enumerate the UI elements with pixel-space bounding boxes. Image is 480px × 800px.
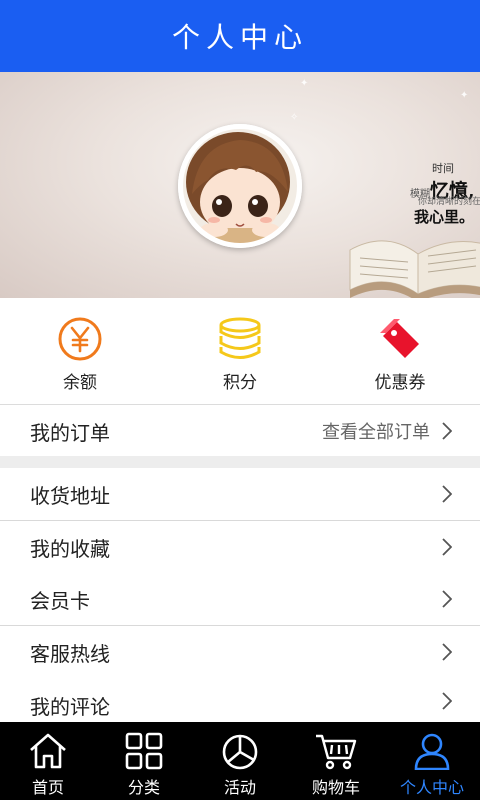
coupon-tag-icon — [380, 319, 419, 358]
tab-cart[interactable]: 购物车 — [288, 722, 384, 800]
menu-item-reviews[interactable]: 我的评论 — [0, 678, 480, 722]
tab-category[interactable]: 分类 — [96, 722, 192, 800]
chevron-right-icon — [442, 538, 452, 556]
balance-button[interactable]: 余额 — [0, 298, 160, 404]
tab-label: 个人中心 — [399, 778, 464, 797]
tab-profile[interactable]: 个人中心 — [384, 722, 480, 800]
my-orders-label: 我的订单 — [30, 420, 110, 445]
coupon-label: 优惠券 — [374, 373, 426, 393]
sparkle-icon: ✧ — [290, 112, 299, 123]
menu-item-label: 我的评论 — [30, 695, 110, 719]
profile-banner: ✦ ✧ ✦ ♡ — [0, 72, 480, 298]
menu-item-shipping-address[interactable]: 收货地址 — [0, 468, 480, 521]
tab-label: 活动 — [223, 778, 256, 797]
tab-label: 购物车 — [311, 778, 360, 797]
coin-stack-icon — [219, 317, 261, 359]
user-icon — [414, 733, 450, 770]
page-title: 个人中心 — [171, 21, 308, 54]
menu-item-label: 我的收藏 — [30, 536, 110, 561]
balance-label: 余额 — [63, 373, 97, 393]
home-icon — [30, 733, 66, 769]
section-divider — [0, 456, 480, 468]
tab-label: 分类 — [127, 778, 160, 797]
my-orders-row[interactable]: 我的订单 查看全部订单 — [0, 405, 480, 458]
header-bar: 个人中心 — [0, 0, 480, 72]
banner-text-line: 时间 — [432, 162, 454, 175]
coupon-button[interactable]: 优惠券 — [320, 298, 480, 404]
points-label: 积分 — [223, 373, 257, 393]
chevron-right-icon — [442, 643, 452, 661]
open-book-icon — [349, 240, 480, 298]
yen-circle-icon — [58, 317, 102, 361]
bottom-tab-bar: 首页 分类 活动 购物车 个人中心 — [0, 722, 480, 800]
avatar[interactable] — [178, 124, 302, 248]
menu-item-member-card[interactable]: 会员卡 — [0, 573, 480, 626]
tab-home[interactable]: 首页 — [0, 722, 96, 800]
view-all-orders-link[interactable]: 查看全部订单 — [322, 418, 430, 444]
menu-item-hotline[interactable]: 客服热线 — [0, 626, 480, 679]
menu-item-label: 会员卡 — [30, 588, 90, 613]
chevron-right-icon — [442, 590, 452, 608]
tab-label: 首页 — [31, 778, 64, 797]
quick-actions: 余额 积分 优惠券 — [0, 298, 480, 405]
menu-item-favorites[interactable]: 我的收藏 — [0, 521, 480, 574]
sparkle-icon: ✦ — [460, 90, 469, 101]
tab-activity[interactable]: 活动 — [192, 722, 288, 800]
cart-icon — [316, 734, 357, 770]
menu-item-label: 客服热线 — [30, 641, 110, 666]
menu-item-label: 收货地址 — [30, 483, 110, 508]
chevron-right-icon — [442, 692, 452, 710]
chevron-right-icon — [442, 422, 452, 440]
sparkle-icon: ✦ — [300, 78, 309, 89]
pie-chart-icon — [222, 734, 258, 770]
grid-icon — [125, 732, 163, 770]
chevron-right-icon — [442, 485, 452, 503]
points-button[interactable]: 积分 — [160, 298, 320, 404]
